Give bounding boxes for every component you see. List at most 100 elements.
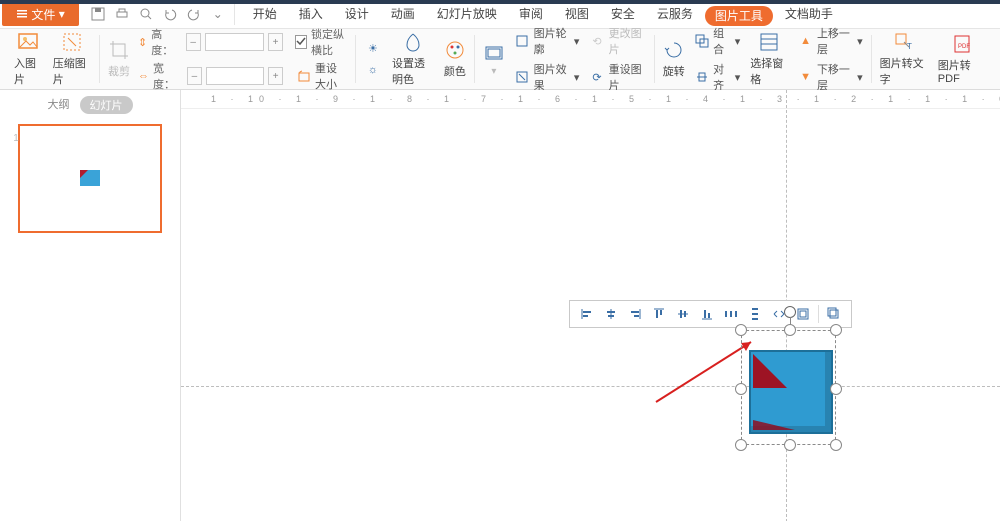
more-icon[interactable]: ⌄ [210, 6, 226, 22]
pic-outline-button[interactable]: 图片轮廓▾ [513, 25, 582, 57]
quick-access-toolbar: ⌄ [82, 3, 235, 25]
select-pane-button[interactable]: 选择窗格 [748, 31, 790, 87]
group-size: 裁剪 ⇕ 高度： – + ⇔ 宽度： – + 锁定纵 [100, 35, 356, 83]
brightness-up[interactable]: ☀ [362, 39, 384, 57]
height-input[interactable] [205, 33, 264, 51]
group-button[interactable]: 组合▾ [693, 25, 743, 57]
send-backward-button[interactable]: ▼ 下移一层▾ [796, 61, 864, 93]
tab-design[interactable]: 设计 [335, 0, 379, 28]
slide-number: 1 [13, 133, 19, 144]
guide-horizontal [181, 386, 1000, 387]
height-minus[interactable]: – [186, 33, 201, 51]
align-button[interactable]: 对齐▾ [693, 61, 743, 93]
rotate-handle[interactable] [784, 306, 796, 318]
ribbon-tabs: 开始 插入 设计 动画 幻灯片放映 审阅 视图 安全 云服务 图片工具 文档助手 [243, 0, 843, 28]
handle-bottom-right[interactable] [830, 439, 842, 451]
save-icon[interactable] [90, 6, 106, 22]
crop-icon [108, 39, 130, 61]
redo-icon[interactable] [186, 6, 202, 22]
print-preview-icon[interactable] [138, 6, 154, 22]
slides-tab[interactable]: 幻灯片 [80, 96, 133, 114]
compress-picture-button[interactable]: 压缩图片 [51, 31, 93, 87]
handle-bottom[interactable] [784, 439, 796, 451]
pic-to-pdf-icon: PDF [951, 33, 973, 55]
rotate-icon [663, 39, 685, 61]
pic-to-pdf-button[interactable]: PDF 图片转PDF [936, 33, 988, 85]
slide-thumbnail-1[interactable] [18, 124, 162, 233]
rotate-button[interactable]: 旋转 [661, 39, 687, 79]
tab-insert[interactable]: 插入 [289, 0, 333, 28]
lock-ratio-label: 锁定纵横比 [311, 26, 349, 58]
width-plus[interactable]: + [268, 67, 283, 85]
tab-start[interactable]: 开始 [243, 0, 287, 28]
align-center-h-icon[interactable] [602, 305, 620, 323]
handle-bottom-left[interactable] [735, 439, 747, 451]
selected-picture[interactable] [741, 330, 836, 445]
pic-to-pdf-label: 图片转PDF [938, 57, 986, 85]
align-bottom-icon[interactable] [698, 305, 716, 323]
align-middle-v-icon[interactable] [674, 305, 692, 323]
pic-style-gallery[interactable]: ▾ [481, 42, 507, 77]
reset-pic-label: 重设图片 [609, 61, 646, 93]
tab-doc-helper[interactable]: 文档助手 [775, 0, 843, 28]
reset-size-button[interactable]: 重设大小 [295, 60, 349, 92]
send-backward-icon: ▼ [798, 68, 813, 86]
reset-size-icon [297, 67, 311, 85]
style-more: ▾ [491, 66, 496, 77]
pic-to-text-button[interactable]: T 图片转文字 [878, 31, 930, 87]
crop-tool-icon[interactable] [825, 305, 843, 323]
width-minus[interactable]: – [187, 67, 202, 85]
tab-security[interactable]: 安全 [601, 0, 645, 28]
size-opts: 锁定纵横比 重设大小 [295, 26, 349, 92]
outline-tab[interactable]: 大纲 [48, 96, 70, 114]
handle-top-right[interactable] [830, 324, 842, 336]
align-top-icon[interactable] [650, 305, 668, 323]
distribute-v-icon[interactable] [746, 305, 764, 323]
insert-picture-button[interactable]: 入图片 [12, 31, 45, 87]
handle-left[interactable] [735, 383, 747, 395]
slide-editor[interactable]: 1 · 10 · 1 · 9 · 1 · 8 · 1 · 7 · 1 · 6 ·… [181, 90, 1000, 521]
group-convert: T 图片转文字 PDF 图片转PDF [872, 35, 994, 83]
distribute-h-icon[interactable] [722, 305, 740, 323]
brightness-down[interactable]: ☼ [362, 61, 384, 79]
set-transparent-label: 设置透明色 [392, 55, 434, 87]
crop-button[interactable]: 裁剪 [106, 39, 132, 79]
wrap-icon[interactable] [794, 305, 812, 323]
height-plus[interactable]: + [268, 33, 283, 51]
align-left-icon[interactable] [578, 305, 596, 323]
rotate-label: 旋转 [663, 63, 685, 79]
horizontal-ruler: 1 · 10 · 1 · 9 · 1 · 8 · 1 · 7 · 1 · 6 ·… [181, 90, 1000, 109]
select-pane-icon [758, 31, 780, 53]
tab-cloud[interactable]: 云服务 [647, 0, 703, 28]
handle-right[interactable] [830, 383, 842, 395]
reset-pic-button[interactable]: ⟳ 重设图片 [587, 61, 647, 93]
side-tabs: 大纲 幻灯片 [0, 90, 180, 120]
lock-ratio-checkbox[interactable]: 锁定纵横比 [295, 26, 349, 58]
set-transparent-button[interactable]: 设置透明色 [390, 31, 436, 87]
bring-forward-button[interactable]: ▲ 上移一层▾ [796, 25, 864, 57]
align-right-icon[interactable] [626, 305, 644, 323]
tab-slideshow[interactable]: 幻灯片放映 [427, 0, 507, 28]
group-label: 组合 [713, 25, 731, 57]
svg-text:PDF: PDF [958, 44, 970, 50]
chevron-down-icon: ▾ [574, 35, 580, 48]
tab-review[interactable]: 审阅 [509, 0, 553, 28]
pic-effect-label: 图片效果 [534, 61, 570, 93]
width-input[interactable] [206, 67, 264, 85]
reset-icon: ⟳ [589, 68, 604, 86]
handle-top[interactable] [784, 324, 796, 336]
undo-icon[interactable] [162, 6, 178, 22]
height-row: ⇕ 高度： – + [138, 26, 283, 58]
svg-text:T: T [907, 42, 912, 51]
pic-effect-button[interactable]: 图片效果▾ [513, 61, 582, 93]
tab-animation[interactable]: 动画 [381, 0, 425, 28]
select-pane-label: 选择窗格 [750, 55, 788, 87]
handle-top-left[interactable] [735, 324, 747, 336]
file-menu-button[interactable]: 文件 ▾ [2, 2, 79, 26]
tab-view[interactable]: 视图 [555, 0, 599, 28]
change-pic-button[interactable]: ⟲ 更改图片 [587, 25, 647, 57]
effect-icon [515, 68, 530, 86]
print-icon[interactable] [114, 6, 130, 22]
tab-picture-tools[interactable]: 图片工具 [705, 6, 773, 26]
color-button[interactable]: 颜色 [442, 39, 468, 79]
